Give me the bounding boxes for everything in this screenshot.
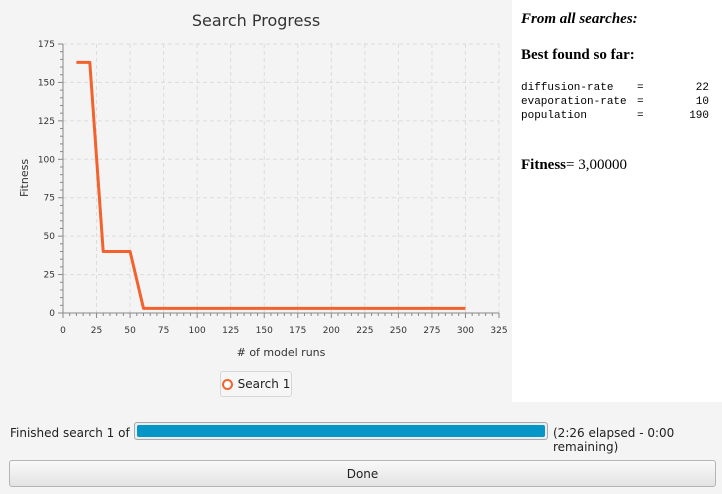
y-tick-label: 50 (44, 232, 56, 242)
y-axis-label: Fitness (18, 159, 31, 197)
search-progress-bar (134, 422, 548, 440)
y-tick-label: 0 (49, 309, 55, 319)
x-tick-label: 300 (457, 326, 474, 336)
param-name: evaporation-rate (521, 96, 627, 108)
y-tick-label: 75 (44, 194, 55, 204)
param-row-diffusion-rate: diffusion-rate = 22 (521, 82, 709, 96)
chart-legend: Search 1 (220, 371, 292, 397)
x-tick-label: 275 (423, 326, 440, 336)
y-tick-label: 150 (38, 78, 55, 88)
fitness-value: = 3,00000 (566, 157, 627, 173)
param-equals: = (637, 96, 644, 108)
param-row-population: population = 190 (521, 110, 709, 124)
y-tick-label: 25 (44, 271, 55, 281)
progress-fill (137, 425, 545, 437)
x-tick-label: 50 (124, 326, 136, 336)
y-tick-label: 100 (38, 155, 55, 165)
param-name: diffusion-rate (521, 82, 614, 94)
elapsed-time-label: (2:26 elapsed - 0:00 remaining) (553, 426, 675, 454)
results-panel: From all searches: Best found so far: di… (512, 0, 722, 402)
x-tick-label: 325 (490, 326, 507, 336)
x-tick-label: 175 (289, 326, 306, 336)
x-tick-label: 250 (390, 326, 407, 336)
param-equals: = (637, 82, 644, 94)
chart-svg: Search Progress 0 25 50 75 100 125 150 175 200 22… (18, 11, 508, 359)
best-found-heading: Best found so far: (521, 47, 635, 63)
plot-area (63, 44, 499, 313)
x-tick-label: 0 (60, 326, 66, 336)
best-fitness: Fitness= 3,00000 (521, 157, 627, 174)
search-status-bar: Finished search 1 of 1: (2:26 elapsed - … (0, 420, 722, 454)
param-row-evaporation-rate: evaporation-rate = 10 (521, 96, 709, 110)
x-tick-label: 100 (189, 326, 206, 336)
param-value: 190 (689, 110, 709, 122)
x-tick-label: 225 (356, 326, 373, 336)
x-tick-label: 25 (91, 326, 102, 336)
x-tick-label: 200 (323, 326, 340, 336)
y-tick-label: 175 (38, 40, 55, 50)
x-tick-label: 150 (256, 326, 273, 336)
param-value: 22 (695, 82, 709, 94)
param-name: population (521, 110, 588, 122)
legend-marker-icon (221, 378, 233, 390)
x-axis-label: # of model runs (237, 346, 326, 359)
search-progress-chart: Search Progress 0 25 50 75 100 125 150 175 200 22… (0, 0, 512, 402)
x-tick-label: 125 (222, 326, 239, 336)
chart-grid (63, 43, 500, 313)
legend-series-label: Search 1 (237, 377, 291, 391)
x-tick-label: 75 (158, 326, 169, 336)
y-tick-label: 125 (38, 117, 55, 127)
param-equals: = (637, 110, 644, 122)
all-searches-heading: From all searches: (521, 11, 638, 27)
fitness-label: Fitness (521, 157, 566, 173)
search-status-label: Finished search 1 of 1: (10, 426, 146, 440)
param-value: 10 (695, 96, 709, 108)
chart-title: Search Progress (192, 11, 320, 30)
done-button[interactable]: Done (9, 460, 716, 487)
